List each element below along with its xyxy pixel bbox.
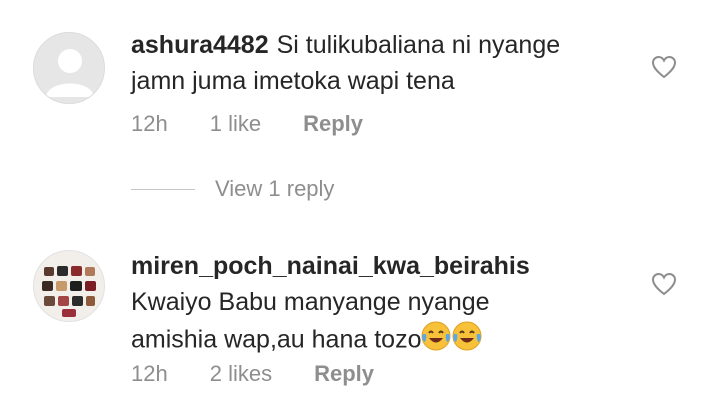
comment-likes[interactable]: 2 likes [210, 361, 272, 387]
like-heart-icon[interactable] [651, 55, 677, 79]
like-heart-icon[interactable] [651, 272, 677, 296]
comment-text-line1: Si tulikubaliana ni nyange [276, 31, 561, 59]
tears-of-joy-emoji-icon [421, 320, 483, 362]
comment-meta: 12h 2 likes Reply [131, 361, 416, 387]
default-avatar-icon[interactable] [33, 32, 105, 104]
comment-text-line1: Kwaiyo Babu manyange nyange [131, 288, 490, 316]
comment-username[interactable]: ashura4482 [131, 31, 269, 59]
comment-body: ashura4482 Si tulikubaliana ni nyange jam… [131, 27, 651, 99]
comment-username[interactable]: miren_poch_nainai_kwa_beirahis [131, 252, 530, 280]
comment-meta: 12h 1 like Reply [131, 111, 405, 137]
handbag-photo-avatar[interactable] [33, 250, 105, 322]
comment-item: ashura4482 Si tulikubaliana ni nyange jam… [0, 0, 720, 160]
replies-divider-line [131, 188, 195, 190]
reply-button[interactable]: Reply [303, 111, 363, 137]
comment-body: miren_poch_nainai_kwa_beirahis Kwaiyo Ba… [131, 248, 671, 362]
comment-time: 12h [131, 111, 168, 136]
reply-button[interactable]: Reply [314, 361, 374, 387]
view-replies-label: View 1 reply [215, 176, 335, 201]
comment-text-line2: jamn juma imetoka wapi tena [131, 67, 455, 95]
comment-time: 12h [131, 361, 168, 386]
comment-text-line2: amishia wap,au hana tozo [131, 325, 422, 354]
comment-likes[interactable]: 1 like [210, 111, 261, 137]
comment-item: miren_poch_nainai_kwa_beirahis Kwaiyo Ba… [0, 240, 720, 412]
view-replies-button[interactable]: View 1 reply [131, 176, 334, 202]
